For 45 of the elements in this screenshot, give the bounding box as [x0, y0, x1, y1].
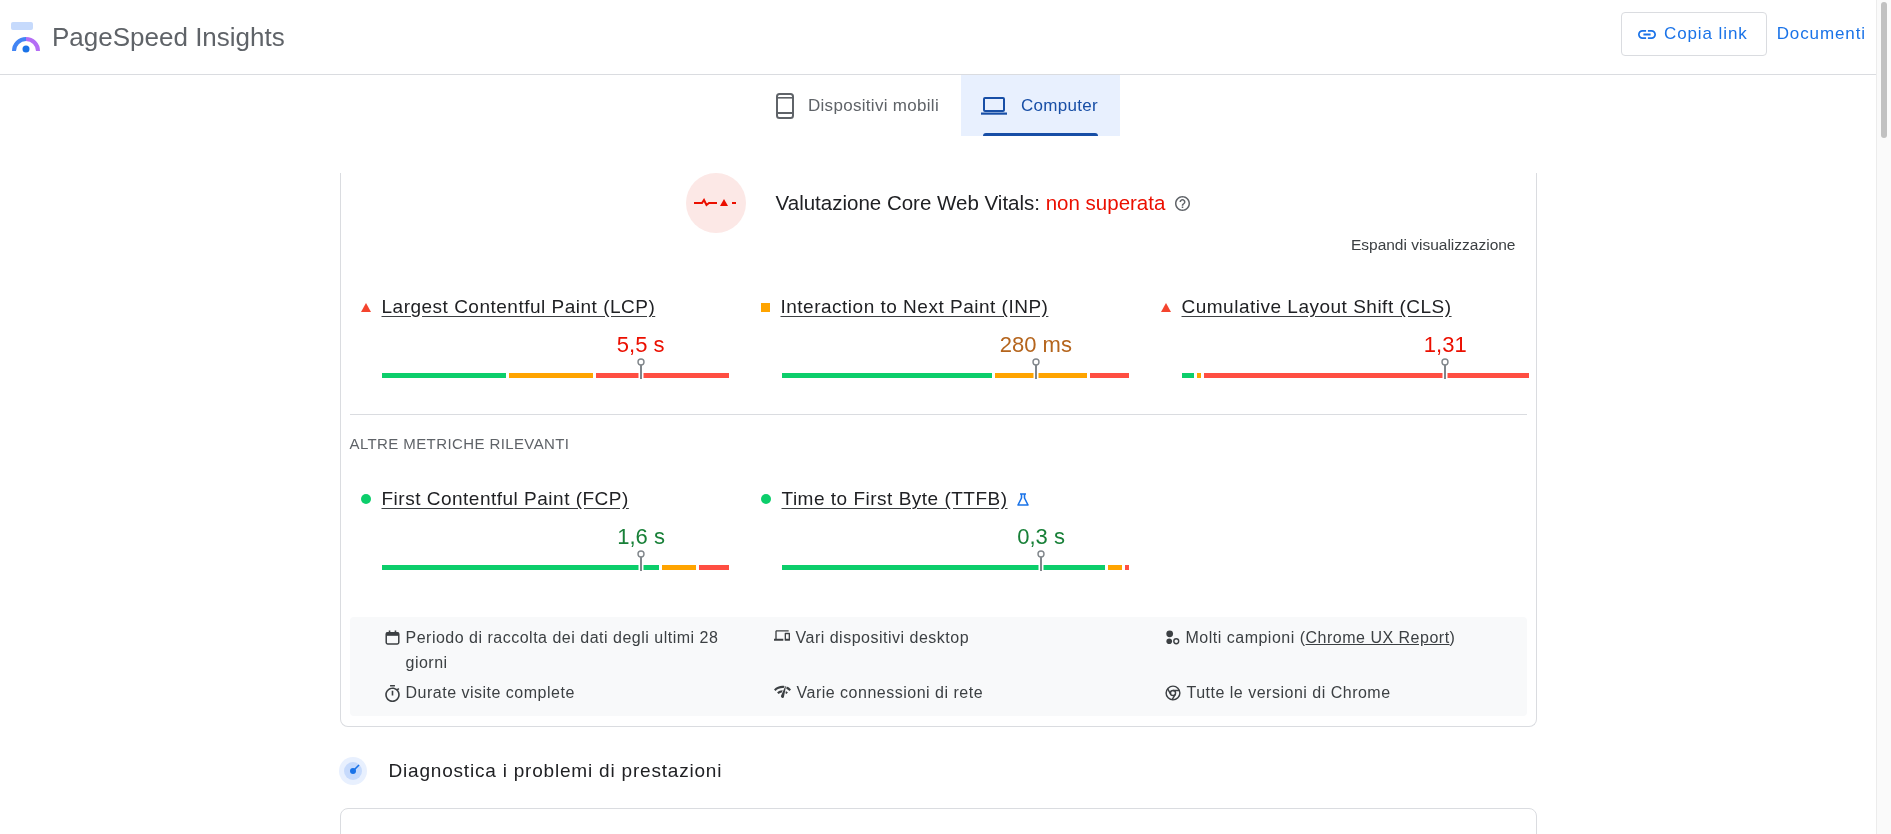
section-title: Diagnostica i problemi di prestazioni [388, 759, 723, 783]
chrome-icon [1164, 685, 1181, 701]
metric-value: 280 ms [999, 333, 1072, 357]
dot-icon [760, 494, 771, 504]
network-icon [773, 685, 791, 698]
info-text: Tutte le versioni di Chrome [1186, 683, 1391, 703]
copy-link-button[interactable]: Copia link [1621, 12, 1767, 56]
report-link[interactable]: Chrome UX Report [1305, 629, 1450, 646]
section-heading: ALTRE METRICHE RILEVANTI [349, 436, 571, 452]
info-text: Molti campioni (Chrome UX Report) [1185, 628, 1456, 648]
docs-link[interactable]: Documenti [1776, 24, 1866, 44]
pulse-icon [685, 173, 746, 233]
metric-link[interactable]: Largest Contentful Paint (LCP) [381, 296, 656, 318]
phone-icon [775, 92, 794, 119]
tab[interactable]: Computer [961, 75, 1121, 136]
metric-value: 5,5 s [616, 333, 665, 357]
metric-link[interactable]: First Contentful Paint (FCP) [381, 488, 629, 510]
timer-icon [384, 685, 400, 702]
radar-icon [338, 757, 367, 785]
devices-icon [773, 630, 790, 641]
logo-icon [10, 21, 42, 53]
metric-value: 1,6 s [617, 525, 665, 549]
square-icon [760, 302, 770, 312]
metric-link[interactable]: Interaction to Next Paint (INP) [780, 296, 1049, 318]
metric-link[interactable]: Cumulative Layout Shift (CLS) [1181, 296, 1452, 318]
metric-value: 1,31 [1423, 333, 1467, 357]
metric-value: 0,3 s [1017, 525, 1065, 549]
triangle-icon [360, 302, 371, 312]
link-icon [1638, 29, 1656, 39]
calendar-icon [384, 630, 400, 645]
assessment-title: Valutazione Core Web Vitals: non superata [775, 191, 1166, 215]
info-text: Varie connessioni di rete [796, 683, 984, 703]
scrollbar-thumb[interactable] [1881, 2, 1887, 138]
triangle-icon [1160, 302, 1171, 312]
dot-icon [360, 494, 371, 504]
info-text: Periodo di raccolta dei dati degli ultimi 28 giorni [405, 628, 720, 673]
laptop-icon [981, 96, 1007, 115]
info-text: Vari dispositivi desktop [795, 628, 970, 648]
expand-view-link[interactable]: Espandi visualizzazione [1350, 236, 1516, 254]
app-title: PageSpeed Insights [52, 21, 285, 53]
dots-icon [1164, 630, 1180, 645]
help-icon[interactable] [1175, 195, 1191, 211]
info-text: Durate visite complete [405, 683, 575, 703]
tab[interactable]: Dispositivi mobili [755, 75, 961, 136]
metric-link[interactable]: Time to First Byte (TTFB) [781, 488, 1008, 510]
